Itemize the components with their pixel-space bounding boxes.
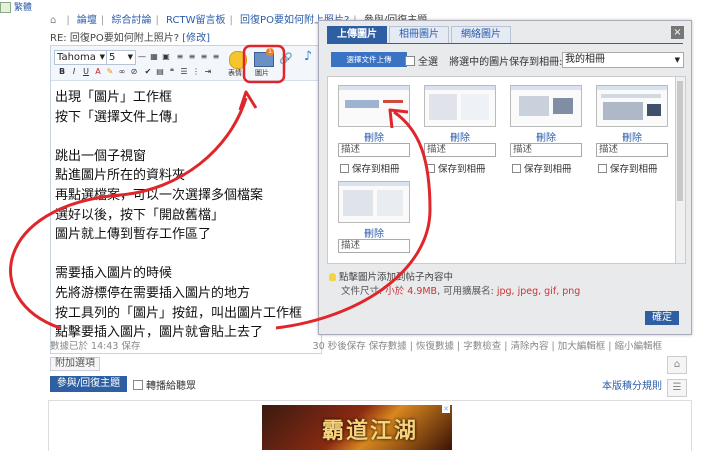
annotation-arrows bbox=[9, 44, 432, 330]
arrowhead-icon bbox=[388, 108, 409, 129]
arrow-to-image-button bbox=[9, 97, 248, 330]
arrowhead-icon bbox=[238, 90, 258, 111]
image-button-highlight bbox=[242, 44, 286, 84]
arrow-to-thumbnail bbox=[275, 110, 432, 330]
